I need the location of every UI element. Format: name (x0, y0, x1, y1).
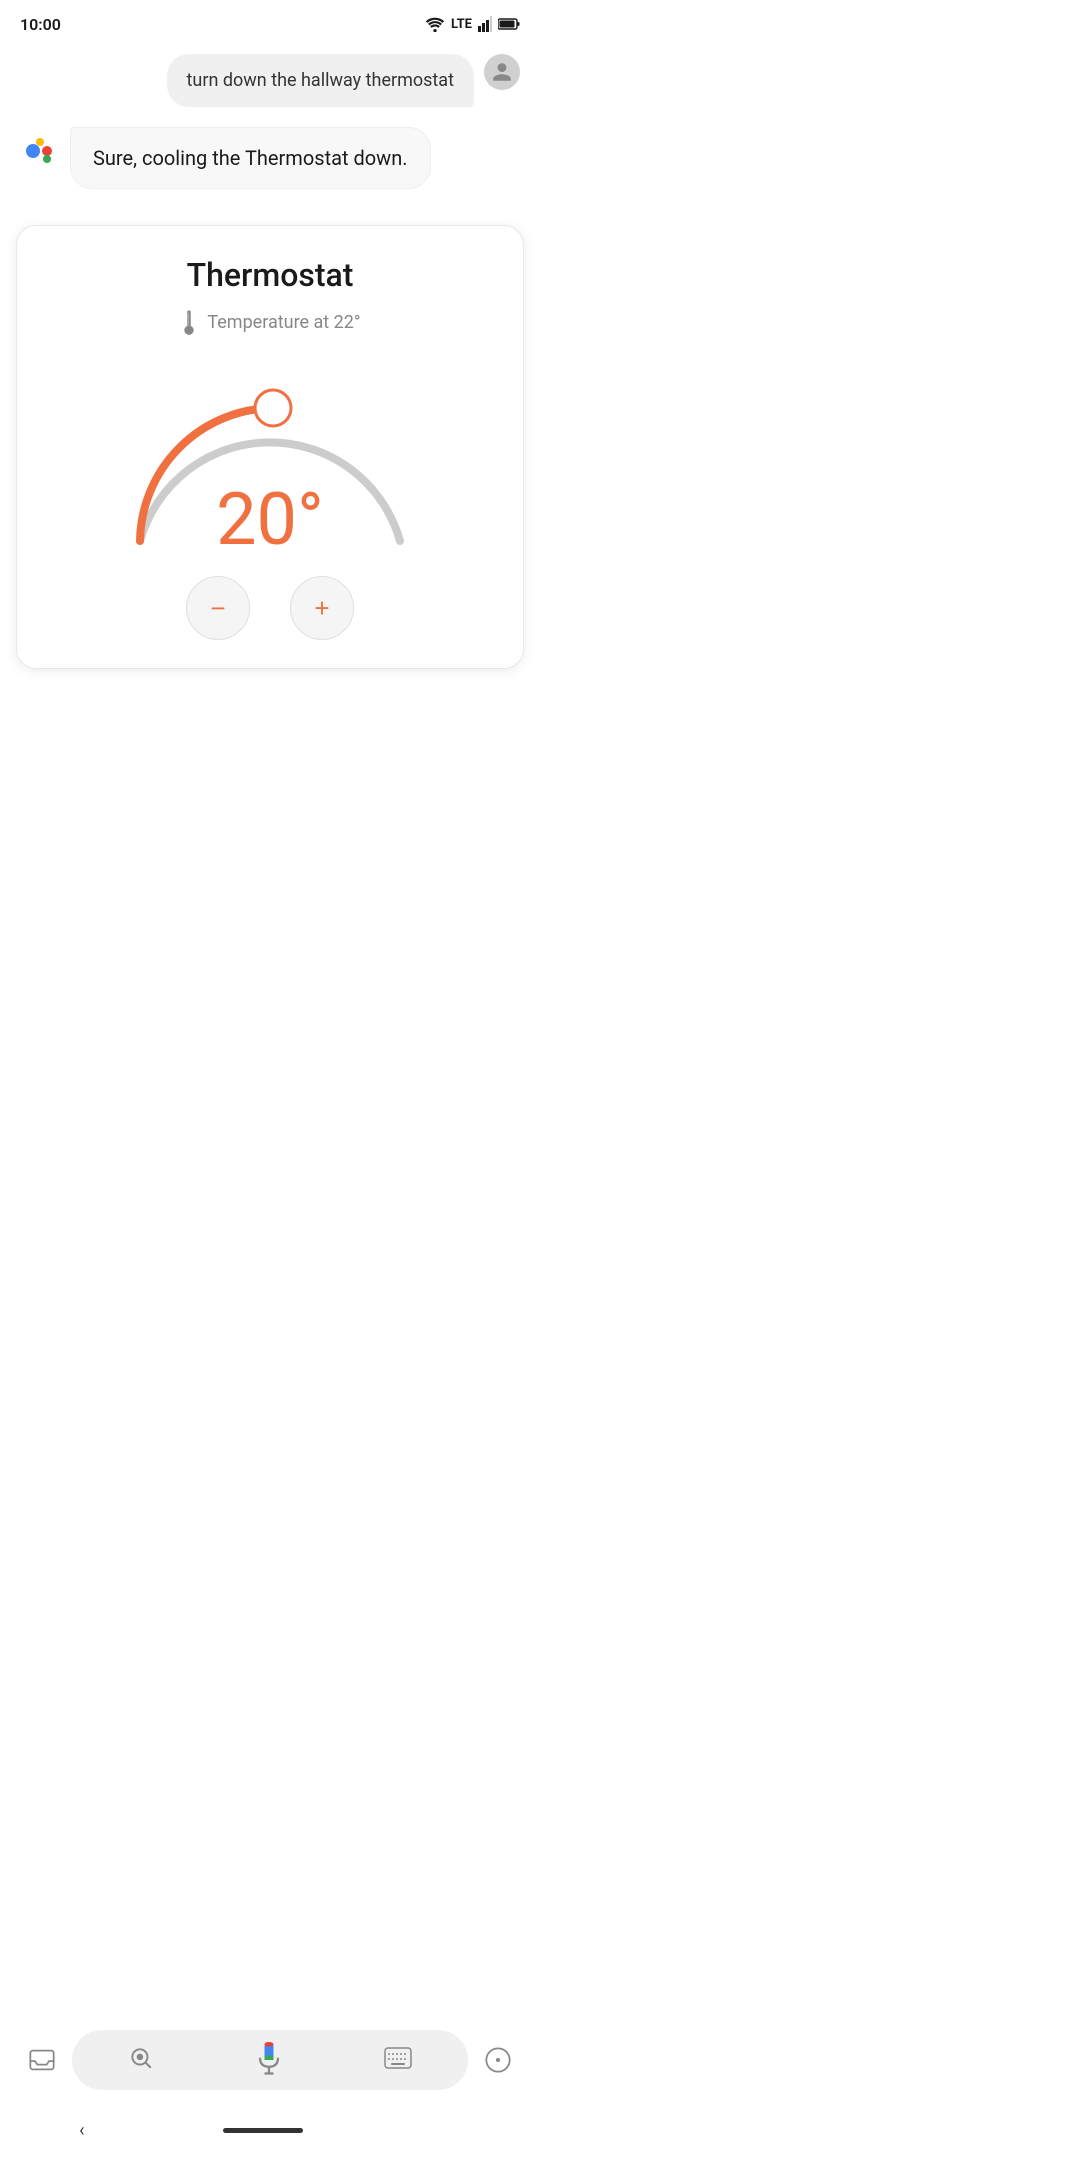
wifi-icon (425, 16, 445, 32)
controls-row: − + (37, 576, 503, 640)
google-assistant-logo (20, 129, 60, 169)
increase-button[interactable]: + (290, 576, 354, 640)
chat-area: turn down the hallway thermostat Sure, c… (0, 44, 540, 225)
user-bubble: turn down the hallway thermostat (167, 54, 474, 107)
assistant-bubble: Sure, cooling the Thermostat down. (70, 127, 431, 189)
back-button[interactable]: ‹ (59, 2110, 104, 2151)
lens-button[interactable] (128, 2045, 154, 2075)
compass-icon (484, 2046, 512, 2074)
signal-icon (478, 16, 492, 32)
temp-label-text: Temperature at 22° (207, 312, 360, 333)
status-bar: 10:00 LTE (0, 0, 540, 44)
person-icon (491, 61, 513, 83)
lens-icon (128, 2045, 154, 2071)
user-message-text: turn down the hallway thermostat (187, 70, 454, 91)
compass-button[interactable] (476, 2038, 520, 2082)
keyboard-button[interactable] (384, 2047, 412, 2073)
user-avatar (484, 54, 520, 90)
assistant-inbox-icon[interactable] (20, 2038, 64, 2082)
increase-label: + (314, 593, 329, 624)
status-time: 10:00 (20, 15, 61, 34)
thermostat-card: Thermostat Temperature at 22° 20° − + (16, 225, 524, 669)
user-message-row: turn down the hallway thermostat (20, 54, 520, 107)
mic-button[interactable] (247, 2038, 291, 2082)
decrease-button[interactable]: − (186, 576, 250, 640)
assistant-message-row: Sure, cooling the Thermostat down. (20, 127, 520, 189)
keyboard-icon (384, 2047, 412, 2069)
battery-icon (498, 18, 520, 30)
thermostat-dial: 20° (110, 356, 430, 556)
current-temperature: 20° (216, 484, 324, 556)
assistant-message-text: Sure, cooling the Thermostat down. (93, 146, 408, 170)
decrease-label: − (210, 593, 225, 624)
temp-label-row: Temperature at 22° (37, 308, 503, 336)
input-pill (72, 2030, 468, 2090)
dial-handle[interactable] (255, 390, 291, 426)
thermostat-title: Thermostat (37, 256, 503, 294)
thermometer-icon (179, 308, 199, 336)
status-icons: LTE (425, 16, 520, 32)
google-mic-icon (255, 2042, 283, 2078)
lte-label: LTE (451, 17, 472, 32)
inbox-icon (28, 2046, 56, 2074)
home-indicator[interactable] (223, 2128, 303, 2133)
nav-bar: ‹ (0, 2104, 540, 2160)
bottom-input-bar (0, 2020, 540, 2100)
